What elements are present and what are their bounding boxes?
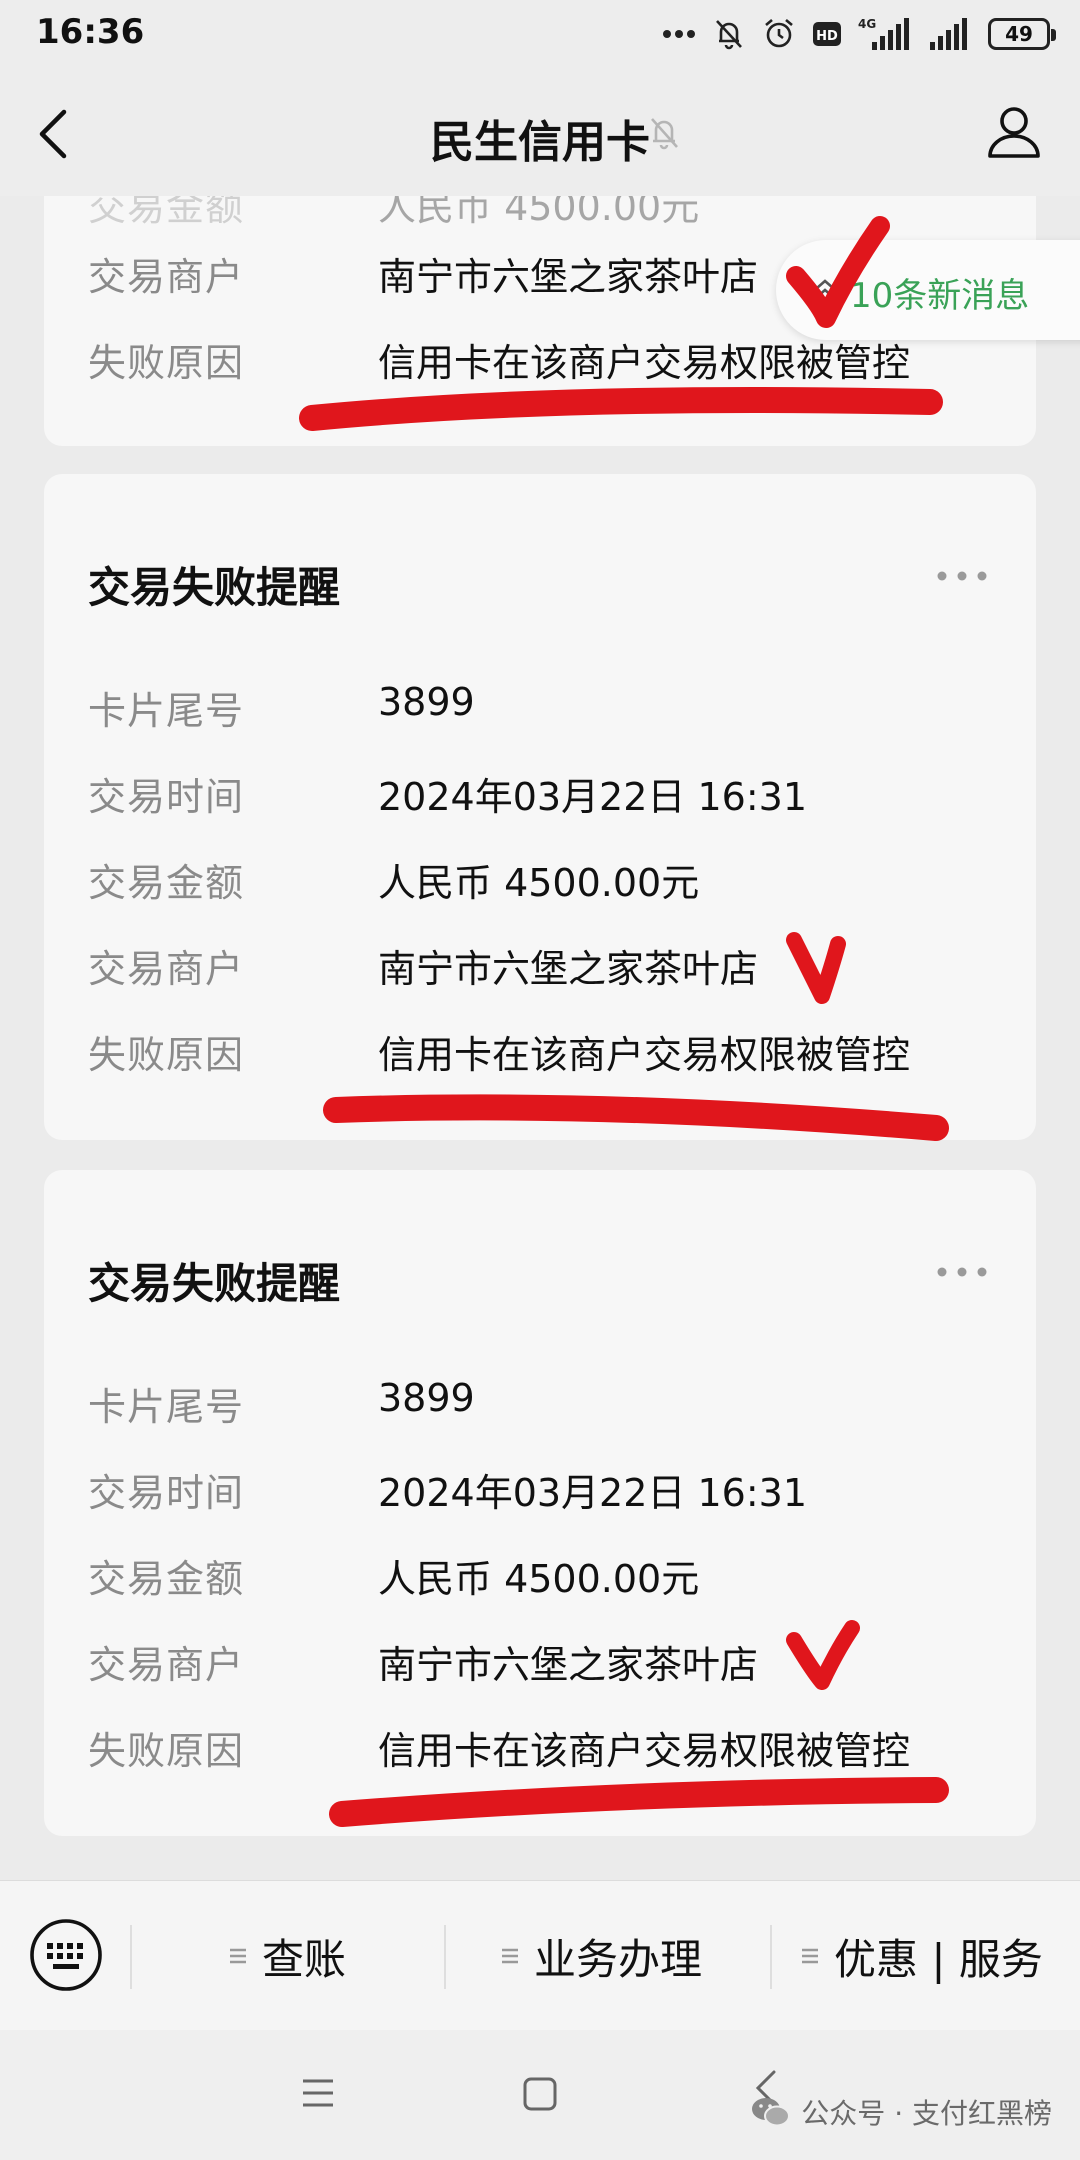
menu-divider (770, 1925, 772, 1989)
card-row: 交易时间 2024年03月22日 16:31 (88, 766, 988, 822)
watermark: 公众号 · 支付红黑榜 (751, 2092, 1052, 2132)
row-label: 交易时间 (88, 1471, 245, 1515)
new-messages-label: 10条新消息 (850, 276, 1030, 316)
profile-button[interactable] (984, 102, 1044, 162)
menu-item-label: 业务办理 (534, 1934, 703, 1984)
message-list[interactable]: 交易金额 人民币 4500.00元 交易商户 南宁市六堡之家茶叶店 失败原因 信… (0, 196, 1080, 1880)
keyboard-icon (30, 1919, 102, 1991)
menu-lines-icon (502, 1948, 518, 1964)
status-bar: 16:36 HD 4G 49 (0, 0, 1080, 68)
row-label: 交易商户 (88, 947, 245, 991)
row-value: 南宁市六堡之家茶叶店 (378, 1643, 759, 1687)
recent-apps-button[interactable] (300, 2076, 336, 2114)
row-value: 南宁市六堡之家茶叶店 (378, 947, 759, 991)
status-time: 16:36 (36, 12, 145, 52)
transaction-card: 交易失败提醒 卡片尾号 3899 交易时间 2024年03月22日 16:31 … (44, 1170, 1036, 1836)
hd-icon: HD (813, 22, 841, 46)
battery-icon: 49 (988, 18, 1056, 50)
bottom-menu: 查账 业务办理 优惠 | 服务 (0, 1880, 1080, 2030)
keyboard-toggle-button[interactable] (28, 1917, 104, 1993)
card-row: 交易商户 南宁市六堡之家茶叶店 (88, 938, 988, 994)
hd-label: HD (816, 29, 838, 44)
square-icon (523, 2077, 557, 2111)
row-label: 失败原因 (88, 1729, 245, 1773)
row-value: 信用卡在该商户交易权限被管控 (378, 1033, 911, 1077)
row-value: 3899 (378, 680, 475, 724)
row-label: 交易金额 (88, 196, 245, 229)
more-dots-icon (937, 571, 987, 581)
user-icon (988, 107, 1040, 158)
card-row: 交易时间 2024年03月22日 16:31 (88, 1462, 988, 1518)
row-value: 人民币 4500.00元 (378, 1557, 700, 1601)
status-icons: HD 4G 49 (662, 14, 1056, 54)
more-dots-icon (937, 1267, 987, 1277)
page-title: 民生信用卡 (430, 117, 650, 168)
card-title: 交易失败提醒 (88, 563, 341, 612)
watermark-text: 公众号 · 支付红黑榜 (801, 2097, 1052, 2130)
more-dots-icon (663, 30, 695, 38)
new-messages-button[interactable]: 10条新消息 (776, 240, 1080, 340)
signal-4g-icon: 4G (858, 17, 909, 50)
menu-lines-icon (230, 1948, 246, 1964)
card-row: 交易商户 南宁市六堡之家茶叶店 (88, 1634, 988, 1690)
network-label: 4G (858, 17, 876, 31)
card-row: 卡片尾号 3899 (88, 1376, 988, 1432)
transaction-card: 交易失败提醒 卡片尾号 3899 交易时间 2024年03月22日 16:31 … (44, 474, 1036, 1140)
row-value: 人民币 4500.00元 (378, 196, 700, 229)
row-value: 人民币 4500.00元 (378, 861, 700, 905)
menu-item-label: 优惠 | 服务 (834, 1934, 1043, 1984)
alarm-icon (765, 19, 793, 48)
menu-item-services[interactable]: 业务办理 (500, 1881, 702, 2031)
signal-icon (930, 18, 967, 50)
row-label: 卡片尾号 (88, 689, 245, 733)
menu-item-offers[interactable]: 优惠 | 服务 (800, 1881, 1043, 2031)
row-label: 失败原因 (88, 341, 245, 385)
row-label: 交易商户 (88, 1643, 245, 1687)
card-row: 失败原因 信用卡在该商户交易权限被管控 (88, 1024, 988, 1080)
row-label: 交易金额 (88, 1557, 245, 1601)
bell-muted-icon (651, 118, 678, 150)
card-row: 卡片尾号 3899 (88, 680, 988, 736)
row-label: 交易商户 (88, 255, 245, 299)
system-nav-bar: 公众号 · 支付红黑榜 (0, 2030, 1080, 2160)
row-value: 南宁市六堡之家茶叶店 (378, 255, 759, 299)
menu-icon (303, 2079, 333, 2107)
home-button[interactable] (522, 2076, 558, 2116)
menu-lines-icon (802, 1948, 818, 1964)
row-value: 3899 (378, 1376, 475, 1420)
row-value: 2024年03月22日 16:31 (378, 1471, 808, 1515)
card-row: 失败原因 信用卡在该商户交易权限被管控 (88, 1720, 988, 1776)
menu-item-statement[interactable]: 查账 (228, 1881, 346, 2031)
card-row: 交易金额 人民币 4500.00元 (88, 1548, 988, 1604)
menu-divider (130, 1925, 132, 1989)
nav-bar: 民生信用卡 (0, 68, 1080, 196)
card-title: 交易失败提醒 (88, 1259, 341, 1308)
card-row: 交易金额 人民币 4500.00元 (88, 852, 988, 908)
menu-divider (444, 1925, 446, 1989)
row-value: 2024年03月22日 16:31 (378, 775, 808, 819)
row-value: 信用卡在该商户交易权限被管控 (378, 341, 911, 385)
card-row: 交易金额 人民币 4500.00元 (88, 196, 988, 232)
row-label: 交易金额 (88, 861, 245, 905)
bell-muted-icon (716, 20, 742, 50)
more-button[interactable] (934, 1262, 990, 1282)
row-label: 失败原因 (88, 1033, 245, 1077)
menu-item-label: 查账 (262, 1934, 347, 1984)
double-chevron-up-icon (815, 279, 835, 299)
row-label: 卡片尾号 (88, 1385, 245, 1429)
card-row: 失败原因 信用卡在该商户交易权限被管控 (88, 332, 988, 388)
wechat-icon (752, 2098, 791, 2127)
row-label: 交易时间 (88, 775, 245, 819)
row-value: 信用卡在该商户交易权限被管控 (378, 1729, 911, 1773)
more-button[interactable] (934, 566, 990, 586)
